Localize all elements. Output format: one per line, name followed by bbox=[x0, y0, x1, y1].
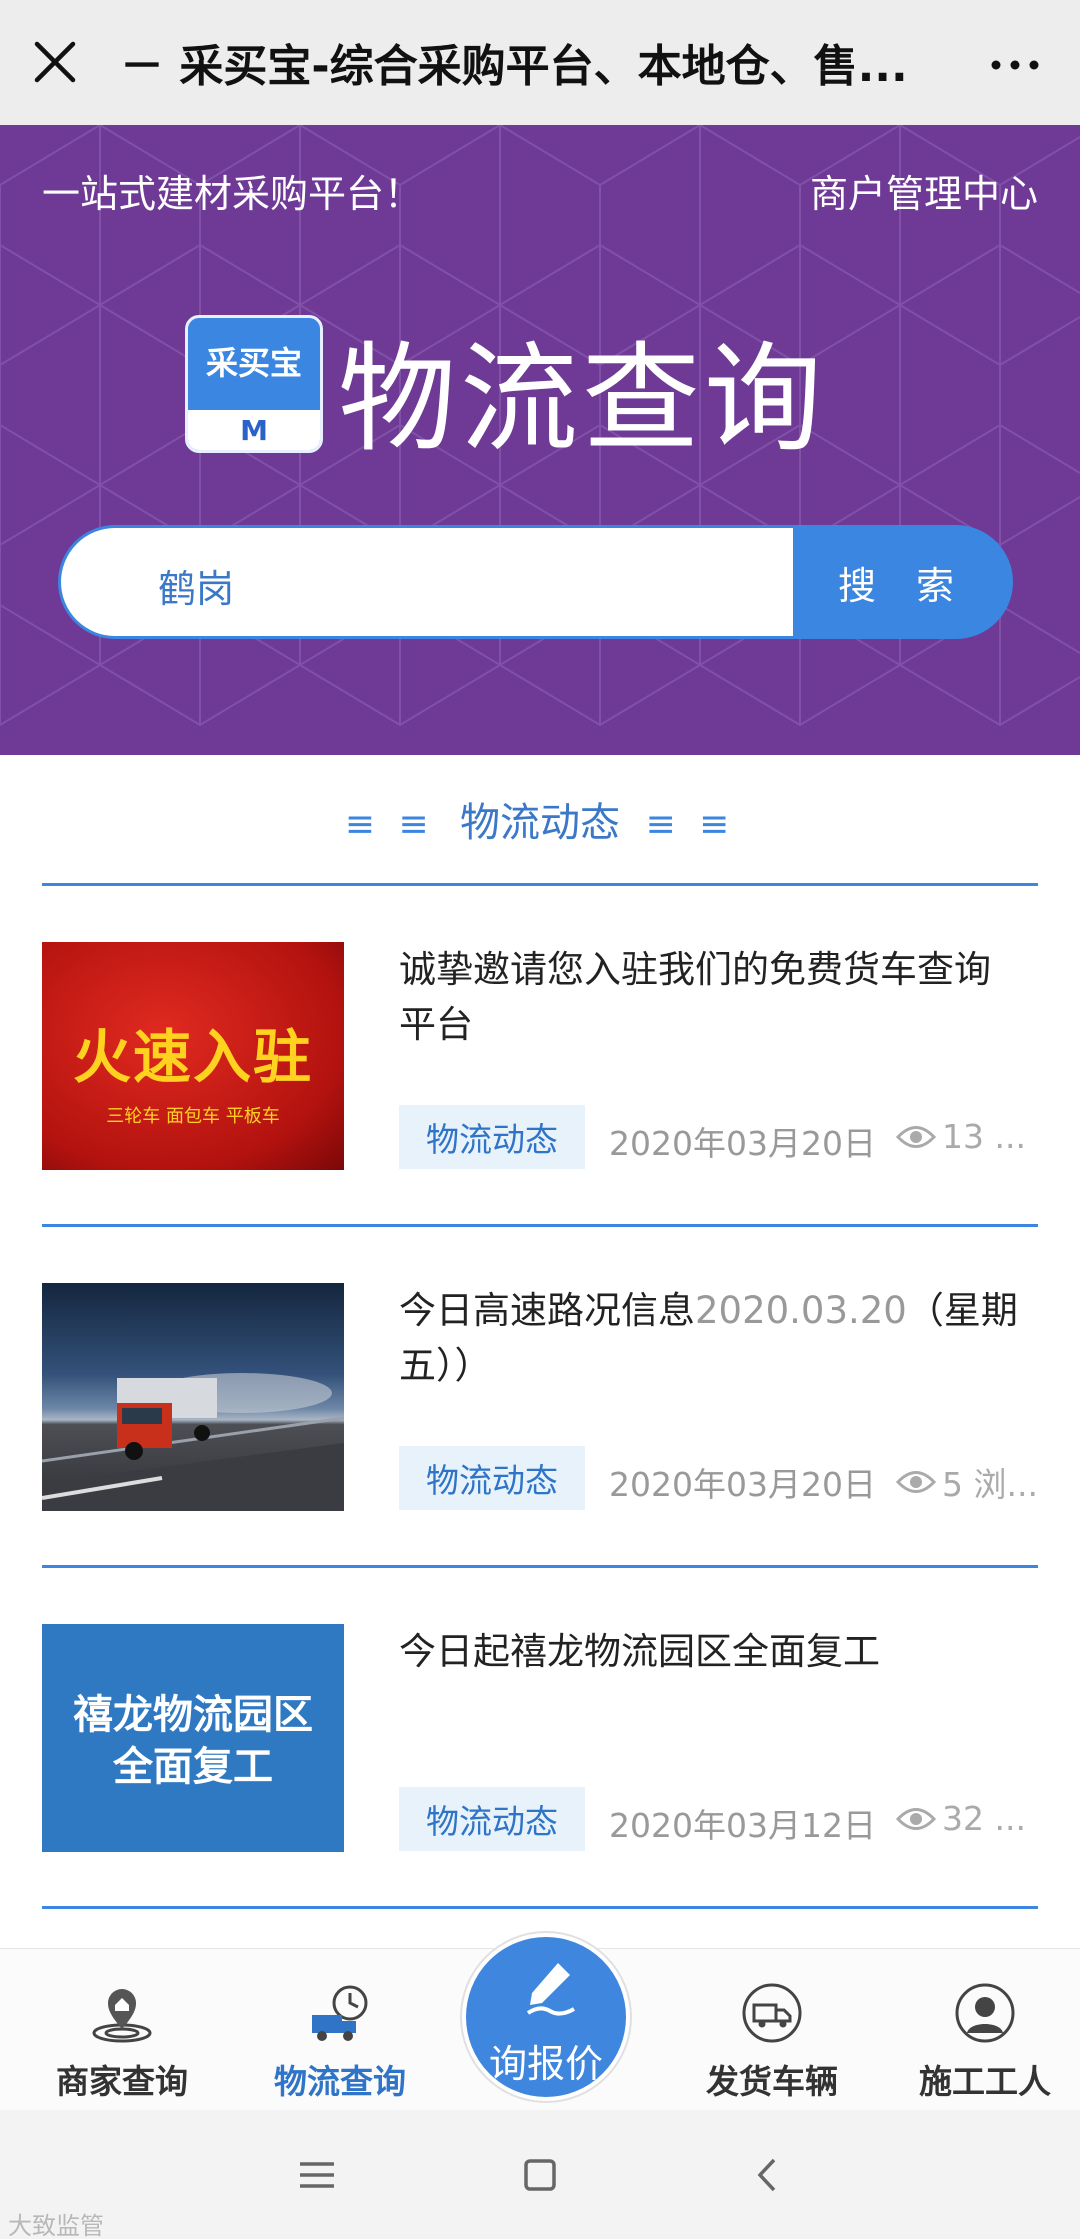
article-views: 32 ... bbox=[896, 1799, 1026, 1838]
system-nav-bar bbox=[0, 2110, 1080, 2239]
thumb-sub-text: 三轮车 面包车 平板车 bbox=[106, 1106, 280, 1127]
truck-photo bbox=[42, 1373, 344, 1511]
divider bbox=[42, 1906, 1038, 1909]
thumb-banner-text: 火速入驻 bbox=[72, 1023, 313, 1091]
logo-text: 采买宝 bbox=[205, 344, 302, 382]
pen-icon bbox=[526, 1963, 575, 2016]
divider bbox=[42, 1224, 1038, 1227]
thumb-line-1: 禧龙物流园区 bbox=[73, 1692, 313, 1738]
article-thumbnail bbox=[42, 1283, 344, 1511]
tab-shipping-vehicles[interactable]: 发货车辆 bbox=[682, 1981, 862, 2106]
page-title: － 采买宝-综合采购平台、本地仓、售... bbox=[120, 41, 908, 92]
delivery-truck-clock-icon bbox=[312, 1985, 368, 2041]
section-bars-right: ≡ ≡ bbox=[645, 804, 736, 845]
article-item[interactable]: 今日高速路况信息2020.03.20（星期五）） 物流动态 2020年03月20… bbox=[42, 1283, 1038, 1511]
section-bars-left: ≡ ≡ bbox=[344, 804, 435, 845]
menu-icon[interactable] bbox=[292, 2150, 342, 2200]
divider bbox=[42, 1565, 1038, 1568]
thumb-line-2: 全面复工 bbox=[113, 1744, 273, 1790]
article-thumbnail: 禧龙物流园区 全面复工 bbox=[42, 1624, 344, 1852]
search-input-value: 鹤岗 bbox=[158, 567, 235, 611]
more-icon[interactable] bbox=[990, 35, 1040, 86]
article-item[interactable]: 火速入驻 三轮车 面包车 平板车 诚挚邀请您入驻我们的免费货车查询平台 物流动态… bbox=[42, 942, 1038, 1170]
app-logo: 采买宝 M bbox=[185, 315, 323, 453]
back-icon[interactable] bbox=[742, 2150, 792, 2200]
eye-icon bbox=[896, 1807, 936, 1830]
section-title: 物流动态 bbox=[460, 800, 620, 846]
tagline: 一站式建材采购平台！ bbox=[42, 172, 423, 216]
article-views: 13 ... bbox=[896, 1117, 1026, 1156]
article-item[interactable]: 禧龙物流园区 全面复工 今日起禧龙物流园区全面复工 物流动态 2020年03月1… bbox=[42, 1624, 1038, 1852]
article-title: 诚挚邀请您入驻我们的免费货车查询平台 bbox=[399, 948, 991, 1046]
search-bar: 鹤岗 搜 索 bbox=[58, 525, 1013, 639]
article-tag[interactable]: 物流动态 bbox=[399, 1787, 585, 1851]
tab-logistics-search[interactable]: 物流查询 bbox=[250, 1981, 430, 2106]
article-views: 5 浏... bbox=[896, 1458, 1038, 1506]
top-nav-bar: － 采买宝-综合采购平台、本地仓、售... bbox=[0, 0, 1080, 125]
hero-banner: 一站式建材采购平台！ 商户管理中心 采买宝 M 物流查询 鹤岗 搜 索 bbox=[0, 125, 1080, 755]
inquiry-quote-button[interactable]: 询报价 bbox=[462, 1933, 630, 2101]
worker-avatar-icon bbox=[955, 1983, 1015, 2043]
tab-merchant-search[interactable]: 商家查询 bbox=[32, 1981, 212, 2106]
divider bbox=[42, 883, 1038, 886]
eye-icon bbox=[896, 1125, 936, 1148]
article-title: 今日高速路况信息2020.03.20（星期五）） bbox=[399, 1289, 1018, 1387]
close-icon[interactable] bbox=[30, 32, 80, 92]
article-tag[interactable]: 物流动态 bbox=[399, 1105, 585, 1169]
eye-icon bbox=[896, 1471, 936, 1493]
truck-circle-icon bbox=[742, 1983, 802, 2043]
merchant-center-link[interactable]: 商户管理中心 bbox=[810, 163, 1038, 218]
section-header: ≡ ≡ 物流动态 ≡ ≡ bbox=[0, 790, 1080, 848]
tab-construction-workers[interactable]: 施工工人 bbox=[895, 1981, 1075, 2106]
article-date: 2020年03月12日 bbox=[609, 1806, 876, 1845]
map-pin-icon bbox=[92, 1989, 152, 2043]
hero-headline: 物流查询 bbox=[338, 330, 827, 468]
article-tag[interactable]: 物流动态 bbox=[399, 1446, 585, 1510]
search-input[interactable]: 鹤岗 bbox=[58, 525, 798, 639]
article-date: 2020年03月20日 bbox=[609, 1465, 876, 1504]
home-icon[interactable] bbox=[515, 2150, 565, 2200]
article-date: 2020年03月20日 bbox=[609, 1124, 876, 1163]
article-title: 今日起禧龙物流园区全面复工 bbox=[399, 1630, 880, 1673]
article-thumbnail: 火速入驻 三轮车 面包车 平板车 bbox=[42, 942, 344, 1170]
search-button[interactable]: 搜 索 bbox=[793, 525, 1013, 639]
logo-mark: M bbox=[188, 410, 320, 450]
watermark: 大致监管 bbox=[8, 2212, 104, 2239]
